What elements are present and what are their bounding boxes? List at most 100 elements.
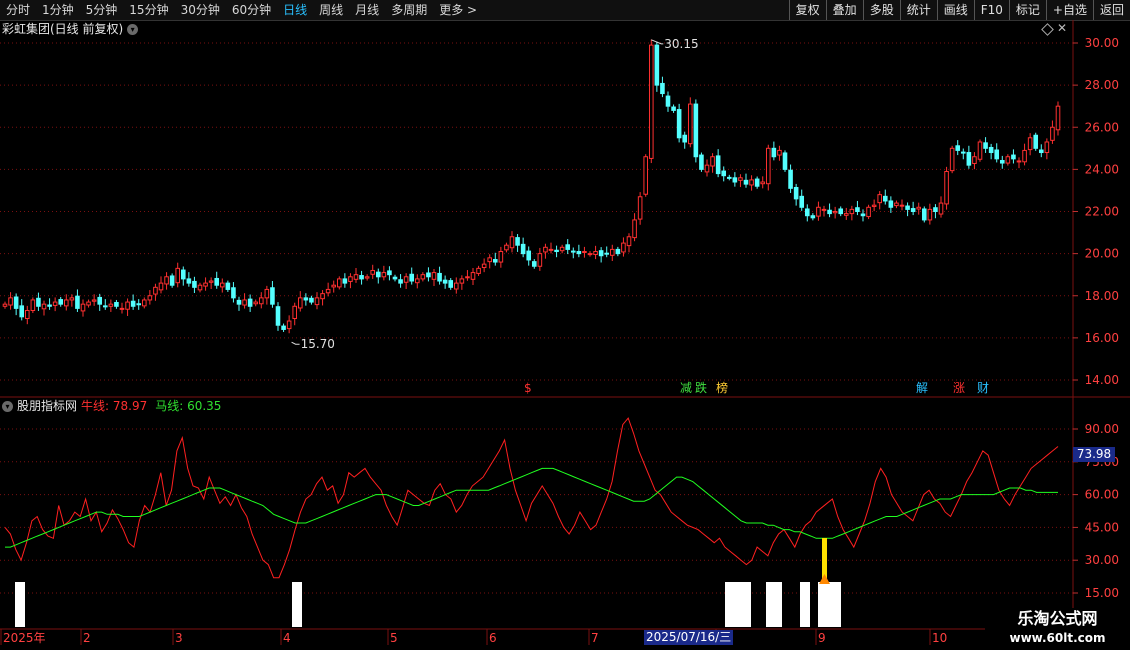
candle-body — [938, 202, 944, 215]
signal-bar — [292, 582, 302, 627]
candle-body — [994, 149, 1000, 160]
candle-body — [75, 295, 80, 309]
event-marker-4[interactable]: 解 — [916, 381, 928, 395]
candle-body — [1055, 105, 1061, 131]
candle-body — [437, 272, 442, 282]
candle-body — [30, 299, 36, 311]
candle-body — [921, 208, 927, 221]
candle-body — [19, 305, 25, 318]
candle-body — [899, 204, 905, 207]
event-marker-1[interactable]: 减 — [680, 381, 692, 395]
candle-body — [47, 304, 52, 307]
candle-body — [1016, 160, 1022, 163]
candle-body — [927, 208, 933, 221]
price-tick-label: 18.00 — [1085, 289, 1119, 303]
indicator-tick-label: 60.00 — [1085, 488, 1119, 502]
candle-body — [130, 300, 136, 307]
candle-body — [777, 149, 782, 156]
candle-body — [804, 208, 810, 217]
candle-body — [459, 278, 465, 284]
candle-body — [788, 169, 793, 189]
date-tick-label: 2 — [83, 631, 91, 645]
indicator-tick-label: 15.00 — [1085, 586, 1119, 600]
candle-body — [866, 206, 871, 218]
date-tick-label: 6 — [489, 631, 497, 645]
candle-body — [849, 208, 855, 215]
candle-body — [609, 248, 615, 256]
candle-body — [648, 44, 654, 159]
indicator-tick-label: 45.00 — [1085, 520, 1119, 534]
candle-body — [470, 272, 476, 280]
candle-body — [24, 309, 30, 319]
date-tick-label: 3 — [175, 631, 183, 645]
candle-body — [871, 204, 877, 207]
candle-body — [387, 270, 392, 276]
candle-body — [409, 273, 415, 282]
price-tick-label: 22.00 — [1085, 205, 1119, 219]
low-price-label: 15.70 — [301, 337, 335, 351]
candle-body — [1050, 126, 1055, 141]
candle-body — [158, 282, 164, 291]
candle-body — [1011, 154, 1016, 160]
candle-body — [465, 276, 470, 279]
candle-body — [559, 246, 565, 252]
candle-body — [632, 219, 637, 239]
chevron-down-icon[interactable]: ▾ — [2, 400, 13, 412]
candle-body — [58, 299, 64, 305]
candle-body — [342, 278, 348, 284]
candle-body — [125, 301, 130, 310]
candle-body — [738, 177, 743, 181]
close-icon[interactable]: ✕ — [1057, 21, 1067, 35]
candle-body — [63, 299, 69, 307]
candle-body — [504, 244, 509, 251]
indicator-tick-label: 90.00 — [1085, 422, 1119, 436]
candle-body — [348, 276, 353, 282]
event-marker-5[interactable]: 涨 — [953, 381, 965, 395]
candle-body — [147, 295, 153, 301]
niu-line-value: 牛线: 78.97 — [81, 399, 148, 413]
candle-body — [236, 299, 242, 305]
candle-body — [838, 208, 844, 215]
event-marker-2[interactable]: 跌 — [695, 381, 707, 395]
candle-body — [682, 134, 688, 143]
candle-body — [214, 277, 220, 286]
candle-body — [331, 284, 337, 288]
signal-arrow — [819, 574, 830, 584]
candle-body — [292, 305, 298, 319]
candle-body — [793, 186, 799, 200]
candle-body — [297, 297, 303, 309]
candle-body — [888, 200, 894, 208]
candle-body — [8, 297, 13, 306]
candle-body — [186, 278, 192, 284]
candle-body — [654, 44, 660, 86]
price-tick-label: 26.00 — [1085, 120, 1119, 134]
candle-body — [520, 243, 526, 255]
candle-body — [905, 205, 910, 210]
candle-body — [693, 103, 699, 158]
candle-body — [643, 156, 649, 195]
event-marker-3[interactable]: 榜 — [716, 381, 728, 395]
event-marker-0[interactable]: $ — [524, 381, 532, 395]
candle-body — [192, 280, 197, 288]
candle-body — [281, 325, 286, 330]
candle-body — [1038, 149, 1044, 154]
candle-body — [487, 257, 493, 263]
candle-body — [882, 195, 888, 202]
candle-body — [526, 250, 532, 261]
event-marker-6[interactable]: 财 — [977, 381, 989, 395]
candle-body — [403, 276, 409, 283]
candle-body — [86, 301, 91, 306]
candle-body — [398, 279, 403, 284]
candle-body — [983, 142, 988, 149]
chevron-down-icon[interactable]: ▾ — [127, 23, 139, 35]
date-tick-label: 9 — [818, 631, 826, 645]
candle-body — [476, 267, 481, 274]
candle-body — [169, 275, 175, 286]
candle-body — [453, 282, 459, 290]
candle-body — [153, 286, 158, 295]
candle-body — [442, 279, 448, 284]
date-tick-label: 4 — [283, 631, 291, 645]
candle-body — [509, 236, 515, 249]
candle-body — [426, 272, 431, 278]
stock-chart[interactable]: 30.00 28.00 26.00 24.00 22.00 20.00 18.00 16.00… — [0, 0, 1130, 650]
